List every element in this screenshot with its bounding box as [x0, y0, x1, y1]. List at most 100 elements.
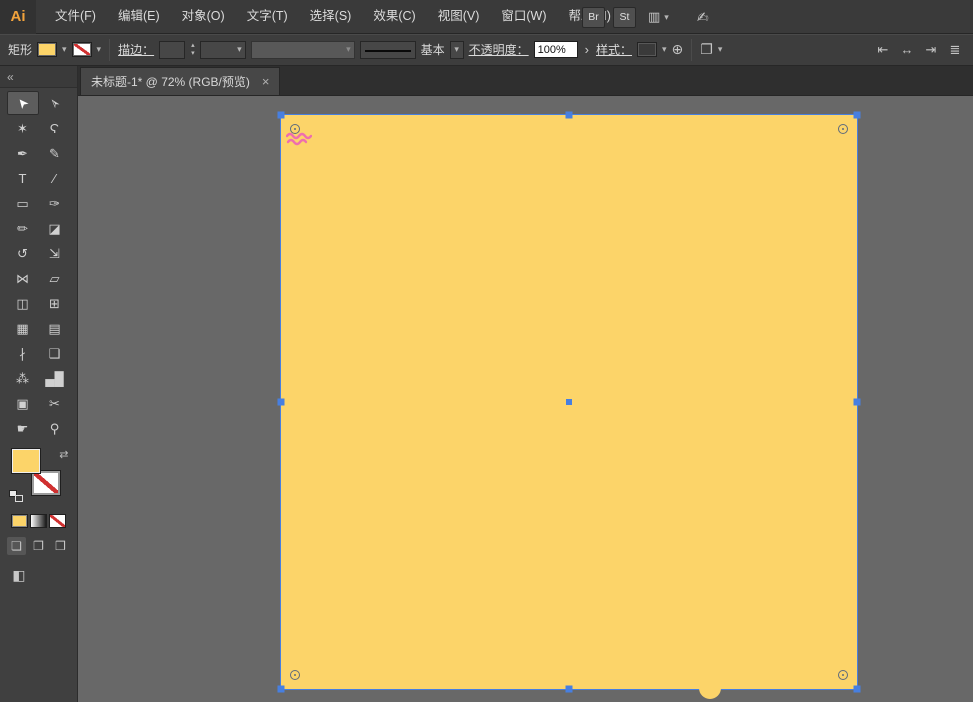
stroke-chevron-icon[interactable]: ▾: [97, 45, 102, 54]
brush-definition-dropdown[interactable]: ▾: [449, 40, 464, 59]
opacity-panel-link[interactable]: 不透明度：: [469, 41, 529, 58]
menu-item-3[interactable]: 对象(O): [171, 0, 236, 33]
bridge-button[interactable]: Br: [582, 6, 605, 28]
none-button[interactable]: [49, 514, 66, 528]
collapse-tools-button[interactable]: «: [0, 66, 77, 88]
default-fill-stroke-icon[interactable]: [8, 490, 23, 502]
menu-item-5[interactable]: 选择(S): [299, 0, 363, 33]
style-panel-link[interactable]: 样式：: [596, 41, 632, 58]
stroke-color-swatch[interactable]: [71, 42, 92, 57]
stroke-weight-input[interactable]: [159, 40, 186, 59]
spin-down-icon[interactable]: ▾: [191, 50, 195, 57]
menu-item-1[interactable]: 文件(F): [44, 0, 107, 33]
scale-tool[interactable]: ⇲: [39, 241, 71, 265]
distribute-button[interactable]: ≣: [945, 40, 965, 60]
pen-tool[interactable]: ✒: [7, 141, 39, 165]
eraser-tool[interactable]: ◪: [39, 216, 71, 240]
selection-handle[interactable]: [565, 111, 573, 119]
workspace-switcher[interactable]: ▥ ▾: [644, 7, 673, 27]
symbol-sprayer-tool[interactable]: ⁂: [7, 366, 39, 390]
magic-wand-tool[interactable]: ✶: [7, 116, 39, 140]
gradient-button[interactable]: [30, 514, 47, 528]
opacity-input[interactable]: [533, 41, 578, 58]
zoom-tool[interactable]: ⚲: [39, 416, 71, 440]
width-profile-dropdown[interactable]: ▾: [250, 40, 355, 59]
align-center-button[interactable]: ↔: [897, 40, 917, 60]
gradient-tool[interactable]: ▤: [39, 316, 71, 340]
lasso-tool[interactable]: Ϛ: [39, 116, 71, 140]
draw-inside-mode-button[interactable]: ❒: [51, 537, 70, 555]
selection-handle[interactable]: [853, 398, 861, 406]
style-swatch[interactable]: [637, 42, 657, 57]
menu-item-7[interactable]: 视图(V): [427, 0, 491, 33]
fill-swatch[interactable]: [10, 448, 41, 474]
menu-item-2[interactable]: 编辑(E): [107, 0, 171, 33]
free-transform-tool[interactable]: ▱: [39, 266, 71, 290]
selection-handle[interactable]: [277, 685, 285, 693]
yellow-ellipse[interactable]: [699, 677, 721, 699]
draw-behind-mode-button[interactable]: ❐: [29, 537, 48, 555]
draw-normal-mode-button[interactable]: ❏: [7, 537, 26, 555]
fill-color-swatch[interactable]: [37, 42, 58, 57]
color-button[interactable]: [11, 514, 28, 528]
pencil-tool[interactable]: ✏: [7, 216, 39, 240]
spin-up-icon[interactable]: ▴: [191, 42, 195, 49]
eyedropper-tool[interactable]: ∤: [7, 341, 39, 365]
stroke-weight-stepper[interactable]: ▴ ▾: [191, 42, 195, 57]
close-tab-icon[interactable]: ×: [262, 75, 270, 88]
rotate-tool[interactable]: ↺: [7, 241, 39, 265]
stroke-panel-link[interactable]: 描边：: [118, 41, 154, 58]
perspective-grid-tool[interactable]: ⊞: [39, 291, 71, 315]
arrange-documents-icon[interactable]: ❐: [700, 41, 713, 58]
line-segment-tool[interactable]: ∕: [39, 166, 71, 190]
live-corner-widget-bottom-left[interactable]: [290, 670, 300, 680]
live-corner-widget-bottom-right[interactable]: [838, 670, 848, 680]
swap-fill-stroke-icon[interactable]: ⇄: [59, 448, 68, 461]
rectangle-icon: ▭: [16, 195, 29, 211]
paintbrush-tool[interactable]: ✑: [39, 191, 71, 215]
curvature-tool[interactable]: ✎: [39, 141, 71, 165]
drawing-hand-icon[interactable]: ✍: [697, 9, 709, 26]
style-chevron-icon[interactable]: ▾: [662, 45, 667, 54]
live-corner-widget-top-left[interactable]: [290, 124, 300, 134]
fill-chevron-icon[interactable]: ▾: [62, 45, 67, 54]
selected-object-label: 矩形: [8, 43, 33, 57]
slice-tool[interactable]: ✂: [39, 391, 71, 415]
selection-handle[interactable]: [853, 685, 861, 693]
opacity-expand-icon[interactable]: ›: [583, 42, 591, 57]
blend-tool[interactable]: ❑: [39, 341, 71, 365]
rectangle-tool[interactable]: ▭: [7, 191, 39, 215]
align-right-button[interactable]: ⇥: [921, 40, 941, 60]
direct-selection-tool[interactable]: ➢: [39, 91, 71, 115]
brush-definition-preview[interactable]: [359, 40, 416, 59]
selection-handle[interactable]: [565, 685, 573, 693]
artboard-rectangle[interactable]: [277, 111, 861, 699]
artboard-tool[interactable]: ▣: [7, 391, 39, 415]
align-left-button[interactable]: ⇤: [873, 40, 893, 60]
canvas[interactable]: [78, 96, 973, 702]
menu-item-4[interactable]: 文字(T): [236, 0, 299, 33]
workspace-icon: ▥: [648, 9, 661, 24]
mesh-tool[interactable]: ▦: [7, 316, 39, 340]
hand-tool[interactable]: ☛: [7, 416, 39, 440]
selection-handle[interactable]: [853, 111, 861, 119]
document-tab[interactable]: 未标题-1* @ 72% (RGB/预览) ×: [80, 67, 281, 95]
column-graph-tool[interactable]: ▄█: [39, 366, 71, 390]
shape-builder-tool[interactable]: ◫: [7, 291, 39, 315]
default-stroke-chip: [14, 495, 23, 502]
type-tool[interactable]: T: [7, 166, 39, 190]
menu-item-8[interactable]: 窗口(W): [490, 0, 557, 33]
menu-item-6[interactable]: 效果(C): [362, 0, 426, 33]
stroke-weight-dropdown[interactable]: ▾: [199, 40, 246, 59]
document-setup-globe-icon[interactable]: ⊕: [672, 41, 684, 58]
separator: [691, 38, 693, 61]
live-corner-widget-top-right[interactable]: [838, 124, 848, 134]
arrange-chevron-icon[interactable]: ▾: [718, 45, 723, 54]
change-screen-mode-button[interactable]: ◧: [8, 565, 30, 585]
selection-center-point[interactable]: [566, 399, 572, 405]
selection-tool[interactable]: ➤: [6, 91, 39, 115]
selection-handle[interactable]: [277, 398, 285, 406]
stock-button[interactable]: St: [613, 6, 636, 28]
width-tool[interactable]: ⋈: [7, 266, 39, 290]
selection-handle[interactable]: [277, 111, 285, 119]
